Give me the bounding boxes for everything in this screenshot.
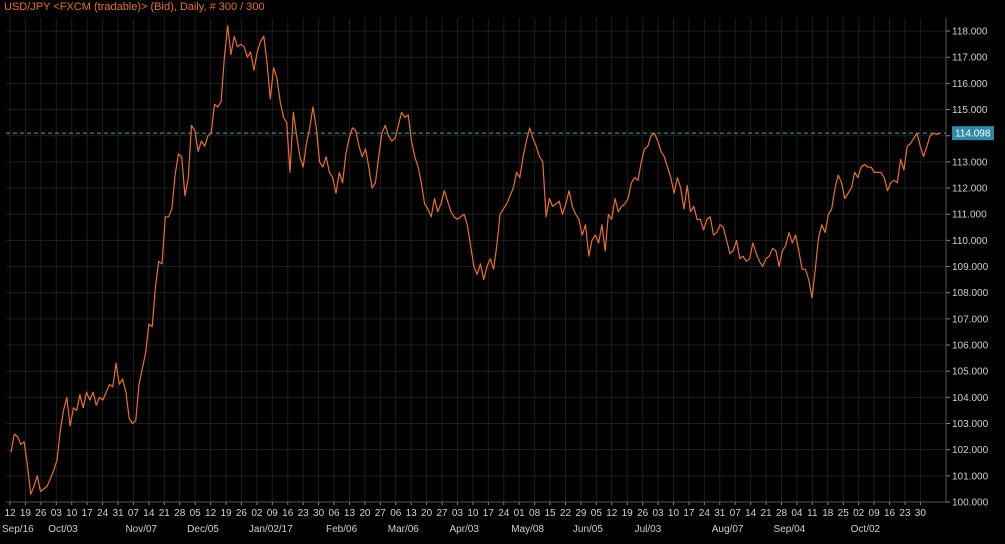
x-day-label: 25 — [838, 508, 850, 519]
y-tick-label: 107.000 — [952, 314, 989, 325]
last-price-label: 114.098 — [955, 129, 991, 140]
x-month-label: Sep/16 — [2, 524, 34, 535]
x-day-label: 17 — [82, 508, 94, 519]
x-day-label: 14 — [745, 508, 757, 519]
x-day-label: 24 — [699, 508, 711, 519]
y-tick-label: 113.000 — [952, 157, 988, 168]
x-day-label: 27 — [375, 508, 387, 519]
x-day-label: 05 — [591, 508, 603, 519]
x-day-label: 24 — [97, 508, 109, 519]
y-tick-label: 110.000 — [952, 236, 988, 247]
x-day-label: 30 — [313, 508, 325, 519]
x-day-label: 30 — [915, 508, 927, 519]
x-month-label: Mar/06 — [388, 524, 420, 535]
x-day-label: 21 — [159, 508, 171, 519]
y-tick-label: 102.000 — [952, 445, 989, 456]
x-day-label: 11 — [807, 508, 818, 519]
x-day-label: 03 — [452, 508, 464, 519]
y-tick-label: 106.000 — [952, 341, 989, 352]
y-tick-label: 101.000 — [952, 471, 989, 482]
x-day-label: 16 — [884, 508, 896, 519]
x-day-label: 26 — [35, 508, 47, 519]
x-day-label: 03 — [652, 508, 664, 519]
x-day-label: 29 — [575, 508, 587, 519]
x-day-label: 02 — [853, 508, 865, 519]
x-day-label: 20 — [421, 508, 433, 519]
x-day-label: 31 — [112, 508, 124, 519]
x-day-label: 12 — [205, 508, 217, 519]
x-day-label: 10 — [66, 508, 78, 519]
y-tick-label: 115.000 — [952, 105, 988, 116]
x-day-label: 19 — [20, 508, 32, 519]
x-month-label: May/08 — [511, 524, 544, 535]
x-day-label: 07 — [730, 508, 742, 519]
x-axis: 12 19 26 03 10 17 24 31 07 14 21 28 05 12 19 26 02 09 16 23… — [2, 501, 946, 535]
x-month-label: Jan/02/17 — [249, 524, 293, 535]
grid — [6, 18, 946, 503]
y-tick-label: 111.000 — [952, 210, 987, 221]
x-day-label: 07 — [128, 508, 140, 519]
x-day-label: 03 — [51, 508, 63, 519]
y-tick-label: 116.000 — [952, 79, 988, 90]
x-day-label: 24 — [498, 508, 510, 519]
x-day-label: 05 — [190, 508, 202, 519]
x-month-label: Oct/03 — [48, 524, 78, 535]
x-day-label: 13 — [406, 508, 418, 519]
x-day-label: 06 — [390, 508, 402, 519]
x-day-label: 04 — [791, 508, 803, 519]
x-day-label: 14 — [143, 508, 155, 519]
y-tick-label: 105.000 — [952, 367, 989, 378]
y-tick-label: 112.000 — [952, 184, 988, 195]
y-tick-label: 108.000 — [952, 288, 989, 299]
y-tick-label: 117.000 — [952, 53, 988, 64]
price-chart[interactable]: 118.000117.000116.000115.000114.000113.0… — [0, 0, 1005, 544]
x-day-label: 26 — [236, 508, 248, 519]
x-month-label: Apr/03 — [449, 524, 479, 535]
y-tick-label: 103.000 — [952, 419, 989, 430]
x-month-label: Jun/05 — [573, 524, 603, 535]
x-day-label: 06 — [328, 508, 340, 519]
x-day-label: 20 — [359, 508, 371, 519]
x-day-label: 17 — [483, 508, 495, 519]
x-day-label: 18 — [822, 508, 834, 519]
x-day-label: 22 — [560, 508, 572, 519]
x-day-label: 12 — [606, 508, 618, 519]
x-day-label: 10 — [467, 508, 479, 519]
x-day-label: 15 — [544, 508, 556, 519]
y-tick-label: 118.000 — [952, 27, 988, 38]
x-day-label: 19 — [622, 508, 634, 519]
x-month-label: Nov/07 — [125, 524, 157, 535]
x-month-label: Sep/04 — [774, 524, 806, 535]
x-day-label: 13 — [344, 508, 356, 519]
x-day-label: 31 — [714, 508, 726, 519]
x-day-label: 19 — [220, 508, 232, 519]
x-month-label: Feb/06 — [326, 524, 358, 535]
y-axis: 118.000117.000116.000115.000114.000113.0… — [945, 18, 989, 509]
x-month-label: Dec/05 — [187, 524, 219, 535]
x-day-label: 09 — [267, 508, 279, 519]
x-day-label: 28 — [174, 508, 186, 519]
x-day-label: 10 — [668, 508, 680, 519]
x-day-label: 16 — [282, 508, 294, 519]
x-month-label: Jul/03 — [635, 524, 662, 535]
x-month-label: Aug/07 — [712, 524, 744, 535]
x-day-label: 12 — [4, 508, 16, 519]
x-day-label: 08 — [529, 508, 541, 519]
x-day-label: 02 — [251, 508, 263, 519]
chart-root: USD/JPY <FXCM (tradable)> (Bid), Daily, … — [0, 0, 1005, 544]
x-day-label: 17 — [683, 508, 695, 519]
y-tick-label: 104.000 — [952, 393, 989, 404]
x-day-label: 09 — [869, 508, 881, 519]
x-day-label: 01 — [514, 508, 526, 519]
y-tick-label: 100.000 — [952, 498, 989, 509]
x-month-label: Oct/02 — [851, 524, 881, 535]
x-day-label: 21 — [761, 508, 773, 519]
x-day-label: 27 — [436, 508, 448, 519]
y-tick-label: 109.000 — [952, 262, 989, 273]
x-day-label: 28 — [776, 508, 788, 519]
x-day-label: 23 — [899, 508, 911, 519]
x-day-label: 23 — [298, 508, 310, 519]
x-day-label: 26 — [637, 508, 649, 519]
